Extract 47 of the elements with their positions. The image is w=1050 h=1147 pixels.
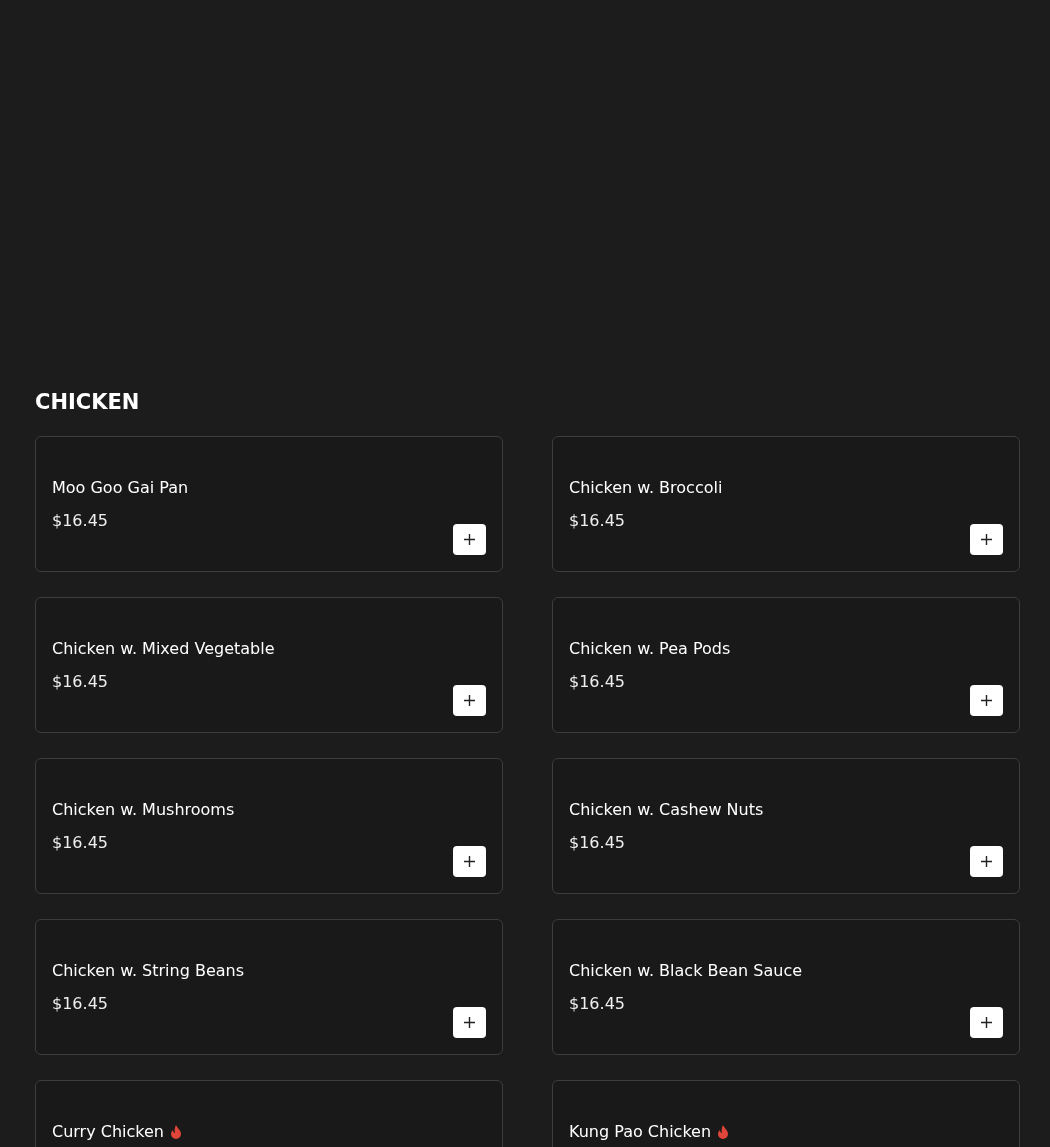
item-price: $16.45 [52,833,108,852]
item-name: Kung Pao Chicken [569,1122,712,1141]
menu-item-card[interactable]: Chicken w. Mushrooms $16.45 [35,758,503,894]
menu-item-card[interactable]: Chicken w. Cashew Nuts $16.45 [552,758,1020,894]
menu-item-card[interactable]: Chicken w. Black Bean Sauce $16.45 [552,919,1020,1055]
item-price: $16.45 [569,511,625,530]
add-button[interactable] [453,1007,486,1038]
plus-icon [981,695,992,706]
item-price: $16.45 [569,672,625,691]
menu-item-card[interactable]: Chicken w. String Beans $16.45 [35,919,503,1055]
item-name: Chicken w. Mushrooms [52,800,235,819]
menu-item-card[interactable]: Moo Goo Gai Pan $16.45 [35,436,503,572]
item-price: $16.45 [52,672,108,691]
menu-item-card[interactable]: Chicken w. Mixed Vegetable $16.45 [35,597,503,733]
plus-icon [981,1017,992,1028]
item-name: Curry Chicken [52,1122,164,1141]
plus-icon [981,856,992,867]
menu-item-card[interactable]: Kung Pao Chicken [552,1080,1020,1147]
add-button[interactable] [453,846,486,877]
plus-icon [464,695,475,706]
item-price: $16.45 [52,994,108,1013]
item-name: Chicken w. Pea Pods [569,639,731,658]
flame-icon [717,1124,730,1139]
item-price: $16.45 [569,994,625,1013]
plus-icon [464,1017,475,1028]
add-button[interactable] [970,524,1003,555]
add-button[interactable] [453,524,486,555]
flame-icon [170,1124,182,1139]
add-button[interactable] [970,1007,1003,1038]
plus-icon [464,534,475,545]
item-price: $16.45 [569,833,625,852]
menu-item-card[interactable]: Curry Chicken [35,1080,503,1147]
item-name: Chicken w. String Beans [52,961,245,980]
menu-item-card[interactable]: Chicken w. Pea Pods $16.45 [552,597,1020,733]
item-name: Chicken w. Mixed Vegetable [52,639,275,658]
item-name: Chicken w. Broccoli [569,478,723,497]
add-button[interactable] [453,685,486,716]
item-name: Chicken w. Cashew Nuts [569,800,764,819]
section-heading: CHICKEN [35,390,140,414]
item-name: Chicken w. Black Bean Sauce [569,961,803,980]
item-price: $16.45 [52,511,108,530]
add-button[interactable] [970,685,1003,716]
add-button[interactable] [970,846,1003,877]
menu-item-card[interactable]: Chicken w. Broccoli $16.45 [552,436,1020,572]
item-name: Moo Goo Gai Pan [52,478,189,497]
plus-icon [981,534,992,545]
plus-icon [464,856,475,867]
